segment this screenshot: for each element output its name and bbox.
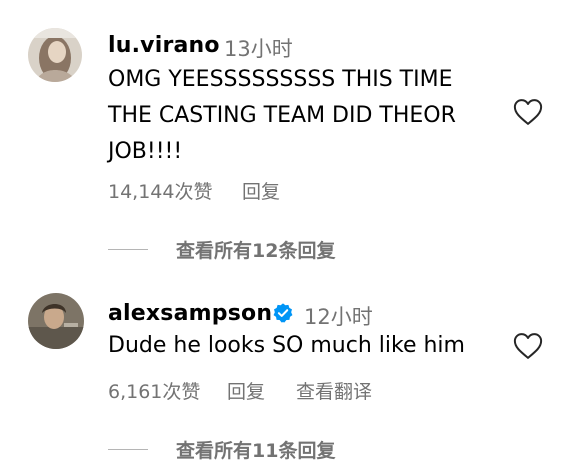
avatar[interactable] <box>28 293 84 349</box>
avatar-image <box>28 28 82 82</box>
translate-button[interactable]: 查看翻译 <box>296 377 372 404</box>
timestamp: 12小时 <box>304 305 373 329</box>
comment-line: Dude he looks SO much like him <box>108 333 465 358</box>
view-replies-row[interactable]: 查看所有12条回复 <box>108 236 335 263</box>
username[interactable]: lu.virano <box>108 33 220 58</box>
view-replies-row[interactable]: 查看所有11条回复 <box>108 436 335 463</box>
view-replies-button[interactable]: 查看所有11条回复 <box>176 436 335 463</box>
username[interactable]: alexsampson <box>108 301 272 326</box>
like-count[interactable]: 14,144次赞 <box>108 177 212 204</box>
avatar-image <box>28 293 84 349</box>
view-replies-button[interactable]: 查看所有12条回复 <box>176 236 335 263</box>
reply-button[interactable]: 回复 <box>242 177 280 204</box>
heart-outline-icon[interactable] <box>513 98 543 126</box>
verified-badge-icon <box>273 303 293 323</box>
timestamp: 13小时 <box>224 37 293 61</box>
like-count[interactable]: 6,161次赞 <box>108 377 200 404</box>
avatar[interactable] <box>28 28 82 82</box>
comment-text: OMG YEESSSSSSSSS THIS TIME THE CASTING T… <box>108 62 456 170</box>
divider-line <box>108 249 148 250</box>
heart-outline-icon[interactable] <box>513 332 543 360</box>
comment-line: THE CASTING TEAM DID THEOR <box>108 103 456 128</box>
comment-lu-virano: lu.virano 13小时 OMG YEESSSSSSSSS THIS TIM… <box>0 0 574 280</box>
divider-line <box>108 449 148 450</box>
comment-alexsampson: alexsampson 12小时 Dude he looks SO much l… <box>0 280 574 470</box>
reply-button[interactable]: 回复 <box>227 377 265 404</box>
comment-text: Dude he looks SO much like him <box>108 328 465 364</box>
comment-line: OMG YEESSSSSSSSS THIS TIME <box>108 67 453 92</box>
comment-line: JOB!!!! <box>108 139 183 164</box>
